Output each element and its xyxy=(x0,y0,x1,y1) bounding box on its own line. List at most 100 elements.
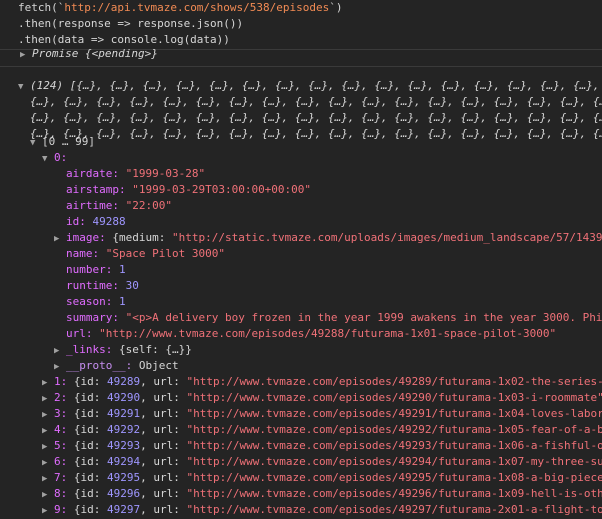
id-value: 49295 xyxy=(107,471,141,484)
url-value: "http://www.tvmaze.com/episodes/49295/fu… xyxy=(186,471,602,484)
comma: , xyxy=(140,471,147,484)
episode-row[interactable]: ▶ 1: {id: 49289, url: "http://www.tvmaze.… xyxy=(42,374,602,390)
episode-row[interactable]: ▶ 2: {id: 49290, url: "http://www.tvmaze.… xyxy=(42,390,602,406)
expand-arrow-icon[interactable]: ▶ xyxy=(54,359,66,374)
url-key: url: xyxy=(153,471,180,484)
item-index: 7: xyxy=(54,471,68,484)
range-group[interactable]: ▼ [0 … 99] xyxy=(30,134,602,150)
prop-summary: summary: "<p>A delivery boy frozen in th… xyxy=(66,310,602,326)
prop-value: 49288 xyxy=(92,215,126,228)
array-summary-line: {…}, {…}, {…}, {…}, {…}, {…}, {…}, {…}, … xyxy=(30,111,602,124)
comma: , xyxy=(140,375,147,388)
item-index: 5: xyxy=(54,439,68,452)
prop-key: name: xyxy=(66,247,100,260)
prop-key: _links: xyxy=(66,343,113,356)
expand-arrow-icon[interactable]: ▶ xyxy=(54,343,66,358)
prop-key: summary: xyxy=(66,311,119,324)
episode-row[interactable]: ▶ 4: {id: 49292, url: "http://www.tvmaze.… xyxy=(42,422,602,438)
prop-id: id: 49288 xyxy=(66,214,602,230)
prop-season: season: 1 xyxy=(66,294,602,310)
episode-row[interactable]: ▶ 7: {id: 49295, url: "http://www.tvmaze.… xyxy=(42,470,602,486)
url-value: "http://www.tvmaze.com/episodes/49289/fu… xyxy=(186,375,602,388)
expand-arrow-icon[interactable]: ▶ xyxy=(42,407,54,422)
prop-url: url: "http://www.tvmaze.com/episodes/492… xyxy=(66,326,602,342)
prop-value: "http://static.tvmaze.com/uploads/images… xyxy=(171,231,602,244)
item-index: 4: xyxy=(54,423,68,436)
expand-arrow-icon[interactable]: ▶ xyxy=(42,439,54,454)
fetch-close: `) xyxy=(329,1,343,14)
id-value: 49297 xyxy=(107,503,141,516)
url-value: "http://www.tvmaze.com/episodes/49292/fu… xyxy=(186,423,602,436)
prop-value: {self: {…}} xyxy=(118,343,192,356)
url-key: url: xyxy=(153,423,180,436)
promise-label: Promise xyxy=(32,47,79,60)
promise-row[interactable]: ▶ Promise {<pending>} xyxy=(20,46,602,62)
url-value: "http://www.tvmaze.com/episodes/49290/fu… xyxy=(186,391,602,404)
expand-arrow-icon[interactable]: ▶ xyxy=(42,375,54,390)
id-key: {id: xyxy=(73,455,101,468)
prop-value: "1999-03-29T03:00:00+00:00" xyxy=(132,183,312,196)
item-0[interactable]: ▼ 0: xyxy=(42,150,602,166)
item-index: 2: xyxy=(54,391,68,404)
prop-key: id: xyxy=(66,215,86,228)
prop-value: 1 xyxy=(118,295,126,308)
array-count: (124) xyxy=(30,79,64,92)
id-key: {id: xyxy=(73,391,101,404)
episode-row[interactable]: ▶ 8: {id: 49296, url: "http://www.tvmaze.… xyxy=(42,486,602,502)
expand-arrow-icon[interactable]: ▶ xyxy=(42,503,54,518)
comma: , xyxy=(140,423,147,436)
id-key: {id: xyxy=(73,423,101,436)
expand-arrow-icon[interactable]: ▶ xyxy=(42,487,54,502)
prop-key: url: xyxy=(66,327,93,340)
expand-arrow-icon[interactable]: ▶ xyxy=(42,471,54,486)
comma: , xyxy=(140,455,147,468)
collapse-arrow-icon[interactable]: ▼ xyxy=(30,135,42,150)
array-summary-line[interactable]: ▼ (124) [{…}, {…}, {…}, {…}, {…}, {…}, {…… xyxy=(18,78,602,94)
prop-key: __proto__: xyxy=(66,359,133,372)
item-index: 9: xyxy=(54,503,68,516)
episode-row[interactable]: ▶ 9: {id: 49297, url: "http://www.tvmaze.… xyxy=(42,502,602,518)
comma: , xyxy=(140,487,147,500)
expand-arrow-icon[interactable]: ▶ xyxy=(42,423,54,438)
comma: , xyxy=(140,503,147,516)
prop-airtime: airtime: "22:00" xyxy=(66,198,602,214)
fetch-url: http://api.tvmaze.com/shows/538/episodes xyxy=(64,1,330,14)
episode-row[interactable]: ▶ 3: {id: 49291, url: "http://www.tvmaze.… xyxy=(42,406,602,422)
id-value: 49292 xyxy=(107,423,141,436)
code-line-2: .then(response => response.json()) xyxy=(18,17,244,30)
prop-key: airtime: xyxy=(66,199,119,212)
id-key: {id: xyxy=(73,439,101,452)
id-key: {id: xyxy=(73,471,101,484)
expand-arrow-icon[interactable]: ▶ xyxy=(54,231,66,246)
collapse-arrow-icon[interactable]: ▼ xyxy=(18,79,30,94)
prop-key: number: xyxy=(66,263,113,276)
prop-airdate: airdate: "1999-03-28" xyxy=(66,166,602,182)
expand-arrow-icon[interactable]: ▶ xyxy=(42,391,54,406)
expand-arrow-icon[interactable]: ▶ xyxy=(42,455,54,470)
array-summary-line: {…}, {…}, {…}, {…}, {…}, {…}, {…}, {…}, … xyxy=(30,95,602,108)
prop-airstamp: airstamp: "1999-03-29T03:00:00+00:00" xyxy=(66,182,602,198)
fetch-call: fetch(` xyxy=(18,1,65,14)
url-key: url: xyxy=(153,375,180,388)
prop-key: airstamp: xyxy=(66,183,126,196)
collapse-arrow-icon[interactable]: ▼ xyxy=(42,151,54,166)
url-key: url: xyxy=(153,487,180,500)
expand-arrow-icon[interactable]: ▶ xyxy=(20,47,32,62)
item-index: 1: xyxy=(54,375,68,388)
prop-value: 30 xyxy=(125,279,139,292)
episode-row[interactable]: ▶ 6: {id: 49294, url: "http://www.tvmaze.… xyxy=(42,454,602,470)
prop-prefix: {medium: xyxy=(112,231,172,244)
item-index: 0: xyxy=(54,151,68,164)
prop-key: runtime: xyxy=(66,279,119,292)
prop-links[interactable]: ▶ _links: {self: {…}} xyxy=(54,342,602,358)
prop-key: image: xyxy=(66,231,106,244)
url-value: "http://www.tvmaze.com/episodes/49291/fu… xyxy=(186,407,602,420)
prop-image[interactable]: ▶ image: {medium: "http://static.tvmaze.c… xyxy=(54,230,602,246)
comma: , xyxy=(140,407,147,420)
divider xyxy=(0,66,602,67)
id-key: {id: xyxy=(73,487,101,500)
url-key: url: xyxy=(153,391,180,404)
prop-proto[interactable]: ▶ __proto__: Object xyxy=(54,358,602,374)
episode-row[interactable]: ▶ 5: {id: 49293, url: "http://www.tvmaze.… xyxy=(42,438,602,454)
id-value: 49290 xyxy=(107,391,141,404)
